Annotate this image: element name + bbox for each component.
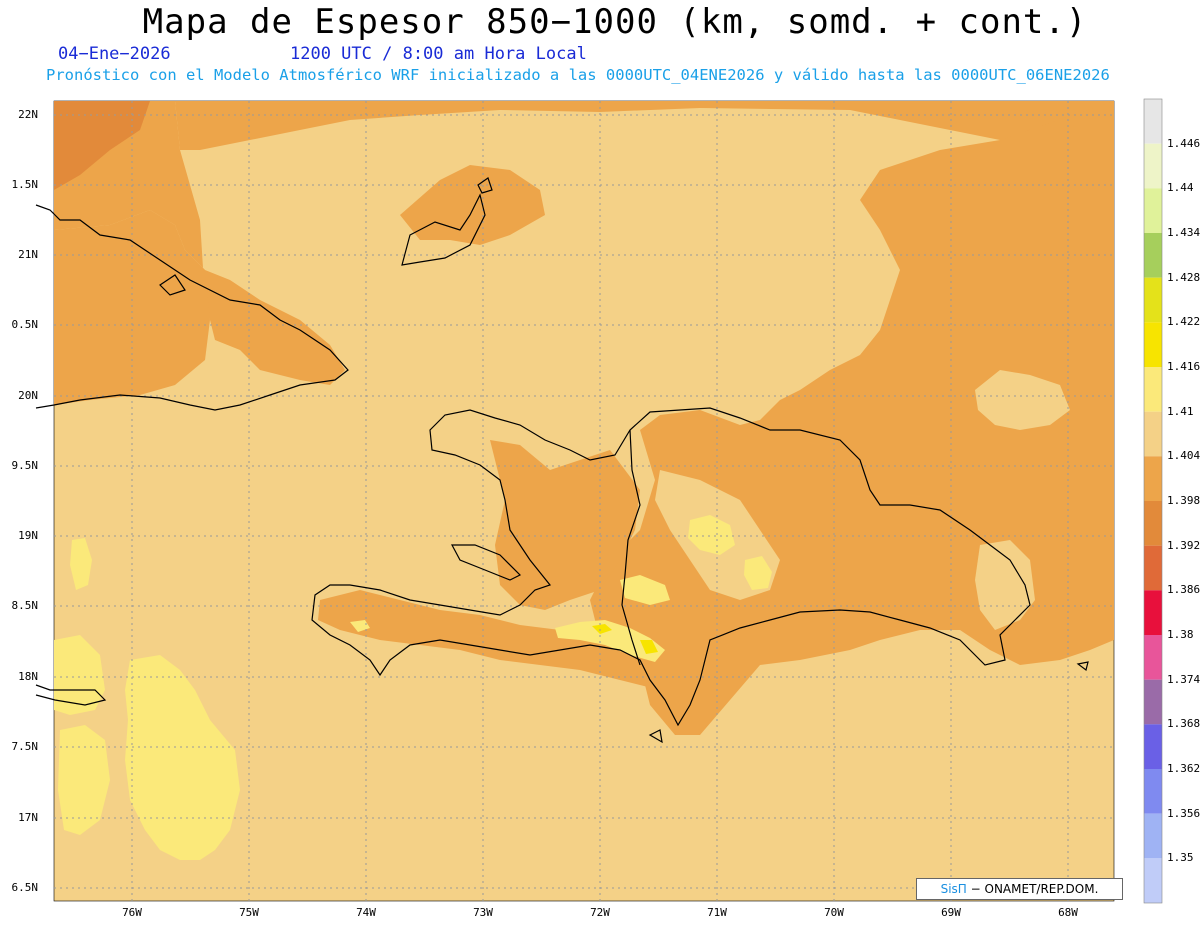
colorbar-label: 1.356 — [1167, 806, 1200, 820]
lon-label-76w: 76W — [122, 906, 142, 919]
colorbar-swatch — [1144, 99, 1162, 144]
colorbar — [1143, 98, 1163, 904]
lat-label-21-5n: 1.5N — [11, 178, 39, 191]
colorbar-label: 1.416 — [1167, 360, 1200, 373]
colorbar-swatch — [1144, 143, 1162, 189]
lat-label-18-5n: 8.5N — [11, 599, 39, 612]
lat-label-22n: 22N — [18, 108, 38, 121]
lat-label-19n: 19N — [18, 529, 38, 542]
colorbar-label: 1.422 — [1167, 315, 1200, 329]
colorbar-label: 1.44 — [1167, 181, 1194, 195]
colorbar-label: 1.386 — [1167, 583, 1200, 597]
lon-label-69w: 69W — [941, 906, 961, 919]
lon-label-70w: 70W — [824, 906, 844, 919]
colorbar-swatch — [1144, 769, 1162, 814]
colorbar-swatch — [1144, 411, 1162, 457]
colorbar-label: 1.392 — [1167, 538, 1200, 552]
map-page: Mapa de Espesor 850−1000 (km, somd. + co… — [0, 0, 1200, 927]
colorbar-label: 1.398 — [1167, 494, 1200, 507]
map-svg — [35, 98, 1163, 904]
lat-label-19-5n: 9.5N — [11, 459, 39, 472]
credit-brand: SisΠ — [940, 882, 967, 896]
colorbar-label: 1.404 — [1167, 449, 1200, 463]
lat-label-20n: 20N — [18, 389, 38, 402]
lat-label-16-5n: 6.5N — [11, 881, 39, 894]
colorbar-label: 1.434 — [1167, 226, 1200, 239]
lat-label-17-5n: 7.5N — [11, 740, 39, 753]
colorbar-swatch — [1144, 590, 1162, 635]
lon-label-68w: 68W — [1058, 906, 1078, 919]
colorbar-label: 1.428 — [1167, 270, 1200, 284]
colorbar-swatch — [1144, 233, 1162, 278]
credit-text: − ONAMET/REP.DOM. — [966, 882, 1099, 896]
lon-label-71w: 71W — [707, 906, 727, 919]
colorbar-label: 1.38 — [1167, 628, 1194, 641]
colorbar-swatch — [1144, 858, 1162, 903]
colorbar-label: 1.35 — [1167, 851, 1194, 865]
colorbar-swatch — [1144, 322, 1162, 367]
colorbar-swatch — [1144, 277, 1162, 323]
lon-label-75w: 75W — [239, 906, 259, 919]
colorbar-label: 1.446 — [1167, 136, 1200, 150]
colorbar-swatch — [1144, 679, 1162, 725]
lat-label-20-5n: 0.5N — [11, 318, 39, 331]
colorbar-swatch — [1144, 724, 1162, 769]
lat-label-18n: 18N — [18, 670, 38, 683]
colorbar-label: 1.374 — [1167, 672, 1200, 686]
lon-label-72w: 72W — [590, 906, 610, 919]
credit-box: SisΠ − ONAMET/REP.DOM. — [916, 878, 1123, 900]
colorbar-swatch — [1144, 367, 1162, 412]
colorbar-swatch — [1144, 188, 1162, 233]
colorbar-label: 1.368 — [1167, 717, 1200, 731]
colorbar-swatch — [1144, 813, 1162, 859]
colorbar-swatch — [1144, 545, 1162, 591]
lat-label-21n: 21N — [18, 248, 38, 261]
lat-label-17n: 17N — [18, 811, 38, 824]
colorbar-swatch — [1144, 635, 1162, 680]
colorbar-label: 1.41 — [1167, 404, 1194, 418]
lon-label-74w: 74W — [356, 906, 376, 919]
colorbar-swatch — [1144, 501, 1162, 546]
colorbar-label: 1.362 — [1167, 762, 1200, 775]
lon-label-73w: 73W — [473, 906, 493, 919]
colorbar-swatch — [1144, 456, 1162, 501]
